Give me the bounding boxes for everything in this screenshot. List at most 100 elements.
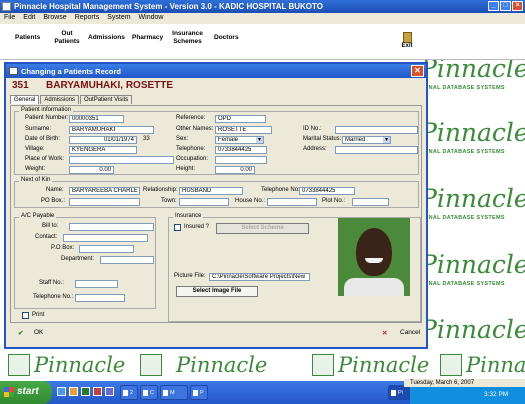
kin-po-box-label: PO Box.: (41, 198, 66, 204)
ac-telephone-label: Telephone No.: (33, 294, 74, 300)
patient-photo (338, 218, 410, 296)
place-of-work-field[interactable] (69, 156, 174, 164)
patient-info-legend: Patient information (19, 107, 74, 113)
village-label: Village: (25, 146, 45, 152)
menu-window[interactable]: Window (139, 14, 164, 23)
menu-reports[interactable]: Reports (75, 14, 100, 23)
background-logo-subtitle: ONAL DATABASE SYSTEMS (424, 281, 505, 287)
patient-number-field[interactable]: 00000351 (69, 115, 124, 123)
dialog-close-icon[interactable]: ✕ (411, 65, 424, 77)
other-names-field[interactable]: ROSETTE (215, 126, 272, 134)
quicklaunch-desktop-icon[interactable] (57, 387, 66, 396)
sex-select[interactable]: Female (215, 136, 264, 144)
other-names-label: Other Names: (176, 126, 214, 132)
ok-check-icon[interactable]: ✔ (18, 329, 23, 337)
background-logo-word: Pinnacle (176, 353, 268, 377)
tab-outpatient-visits[interactable]: OutPatient Visits (80, 95, 133, 104)
weight-field[interactable]: 0.00 (69, 166, 114, 174)
background-logo-word: Pinnacle (338, 353, 430, 377)
department-label: Department: (61, 256, 95, 262)
picture-file-field[interactable]: C:\Pinnacle\Software Projects\New (209, 273, 310, 281)
taskbar-task-button[interactable]: 2 (120, 385, 138, 400)
next-of-kin-group: Next of Kin Name: BARYAREEBA CHARLE Rela… (14, 177, 419, 208)
app-icon (2, 2, 11, 11)
cancel-button[interactable]: Cancel (400, 329, 420, 336)
occupation-field[interactable] (215, 156, 267, 164)
dialog-icon (9, 67, 18, 75)
minimize-button[interactable]: _ (488, 1, 499, 11)
main-toolbar: Patients Out Patients Admissions Pharmac… (0, 24, 525, 60)
exit-button[interactable]: Exit (398, 32, 416, 49)
background-logo-strip: Pinnacle Pinnacle Pinnacle Pinnacle (0, 352, 525, 378)
weight-label: Weight: (25, 166, 46, 172)
toolbar-insurance-button[interactable]: Insurance Schemes (170, 30, 205, 46)
insured-label: Insured ? (184, 224, 210, 230)
marital-status-label: Marital Status: (303, 136, 342, 142)
maximize-button[interactable]: □ (500, 1, 511, 11)
toolbar-patients-button[interactable]: Patients (15, 34, 40, 42)
select-image-file-button[interactable]: Select Image File (176, 286, 258, 297)
kin-name-field[interactable]: BARYAREEBA CHARLE (69, 187, 140, 195)
taskbar-task-button[interactable]: C (140, 385, 158, 400)
background-logo-word: Pinnacle (424, 315, 525, 344)
tab-admissions[interactable]: Admissions (40, 95, 80, 104)
id-no-field[interactable] (335, 126, 418, 134)
background-logo-word: Pinnacle (424, 184, 525, 213)
close-button[interactable]: × (512, 1, 523, 11)
toolbar-doctors-button[interactable]: Doctors (214, 34, 239, 42)
quicklaunch-app-icon[interactable] (93, 387, 102, 396)
toolbar-admissions-button[interactable]: Admissions (88, 34, 125, 42)
kin-name-label: Name: (46, 187, 64, 193)
staff-no-field[interactable] (75, 280, 118, 288)
sex-label: Sex: (176, 136, 189, 142)
telephone-label: Telephone: (176, 146, 206, 152)
dialog-title: Changing a Patients Record (21, 67, 122, 76)
menu-system[interactable]: System (107, 14, 130, 23)
quicklaunch-app2-icon[interactable] (105, 387, 114, 396)
address-field[interactable] (335, 146, 418, 154)
menu-edit[interactable]: Edit (23, 14, 35, 23)
menu-browse[interactable]: Browse (43, 14, 66, 23)
kin-town-label: Town: (161, 198, 177, 204)
surname-field[interactable]: BARYAMUHAKI (69, 126, 154, 134)
reference-field[interactable]: OPD (215, 115, 266, 123)
start-button[interactable]: start (0, 381, 52, 404)
ac-po-box-field[interactable] (79, 245, 134, 253)
background-logo-word: Pinnacle (424, 250, 525, 279)
kin-house-field[interactable] (267, 198, 317, 206)
menu-file[interactable]: File (4, 14, 15, 23)
marital-status-select[interactable]: Married (342, 136, 391, 144)
print-checkbox[interactable] (22, 312, 29, 319)
picture-file-label: Picture File: (174, 273, 206, 279)
taskbar-task-button-active[interactable]: Pi (388, 385, 410, 400)
contact-field[interactable] (63, 234, 148, 242)
kin-relationship-field[interactable]: HUSBAND (179, 187, 243, 195)
kin-po-box-field[interactable] (69, 198, 140, 206)
quicklaunch-media-icon[interactable] (81, 387, 90, 396)
telephone-field[interactable]: 0733844425 (215, 146, 267, 154)
insured-checkbox[interactable] (174, 224, 181, 231)
taskbar-task-button[interactable]: M (160, 385, 188, 400)
background-logo-subtitle: ONAL DATABASE SYSTEMS (424, 215, 505, 221)
bill-to-field[interactable] (69, 223, 154, 231)
select-scheme-button[interactable]: Select Scheme (216, 223, 309, 234)
kin-town-field[interactable] (179, 198, 229, 206)
cancel-x-icon[interactable]: ✕ (382, 329, 387, 337)
taskbar-task-button[interactable]: P (190, 385, 208, 400)
tab-general[interactable]: General (10, 95, 40, 104)
toolbar-pharmacy-button[interactable]: Pharmacy (132, 34, 163, 42)
kin-telephone-field[interactable]: 0733844425 (299, 187, 355, 195)
quicklaunch-browser-icon[interactable] (69, 387, 78, 396)
dob-field[interactable]: 01/01/1974 (69, 136, 137, 144)
app-title: Pinnacle Hospital Management System - Ve… (14, 2, 323, 11)
ac-po-box-label: P.O Box: (51, 245, 75, 251)
toolbar-outpatients-button[interactable]: Out Patients (53, 30, 81, 46)
kin-plot-field[interactable] (352, 198, 389, 206)
height-field[interactable]: 0.00 (215, 166, 255, 174)
department-field[interactable] (100, 256, 154, 264)
village-field[interactable]: KYENGERA (69, 146, 137, 154)
ac-telephone-field[interactable] (75, 294, 125, 302)
ok-button[interactable]: OK (34, 329, 43, 336)
staff-no-label: Staff No.: (39, 280, 64, 286)
date-tooltip: Tuesday, March 6, 2007 (404, 379, 525, 387)
